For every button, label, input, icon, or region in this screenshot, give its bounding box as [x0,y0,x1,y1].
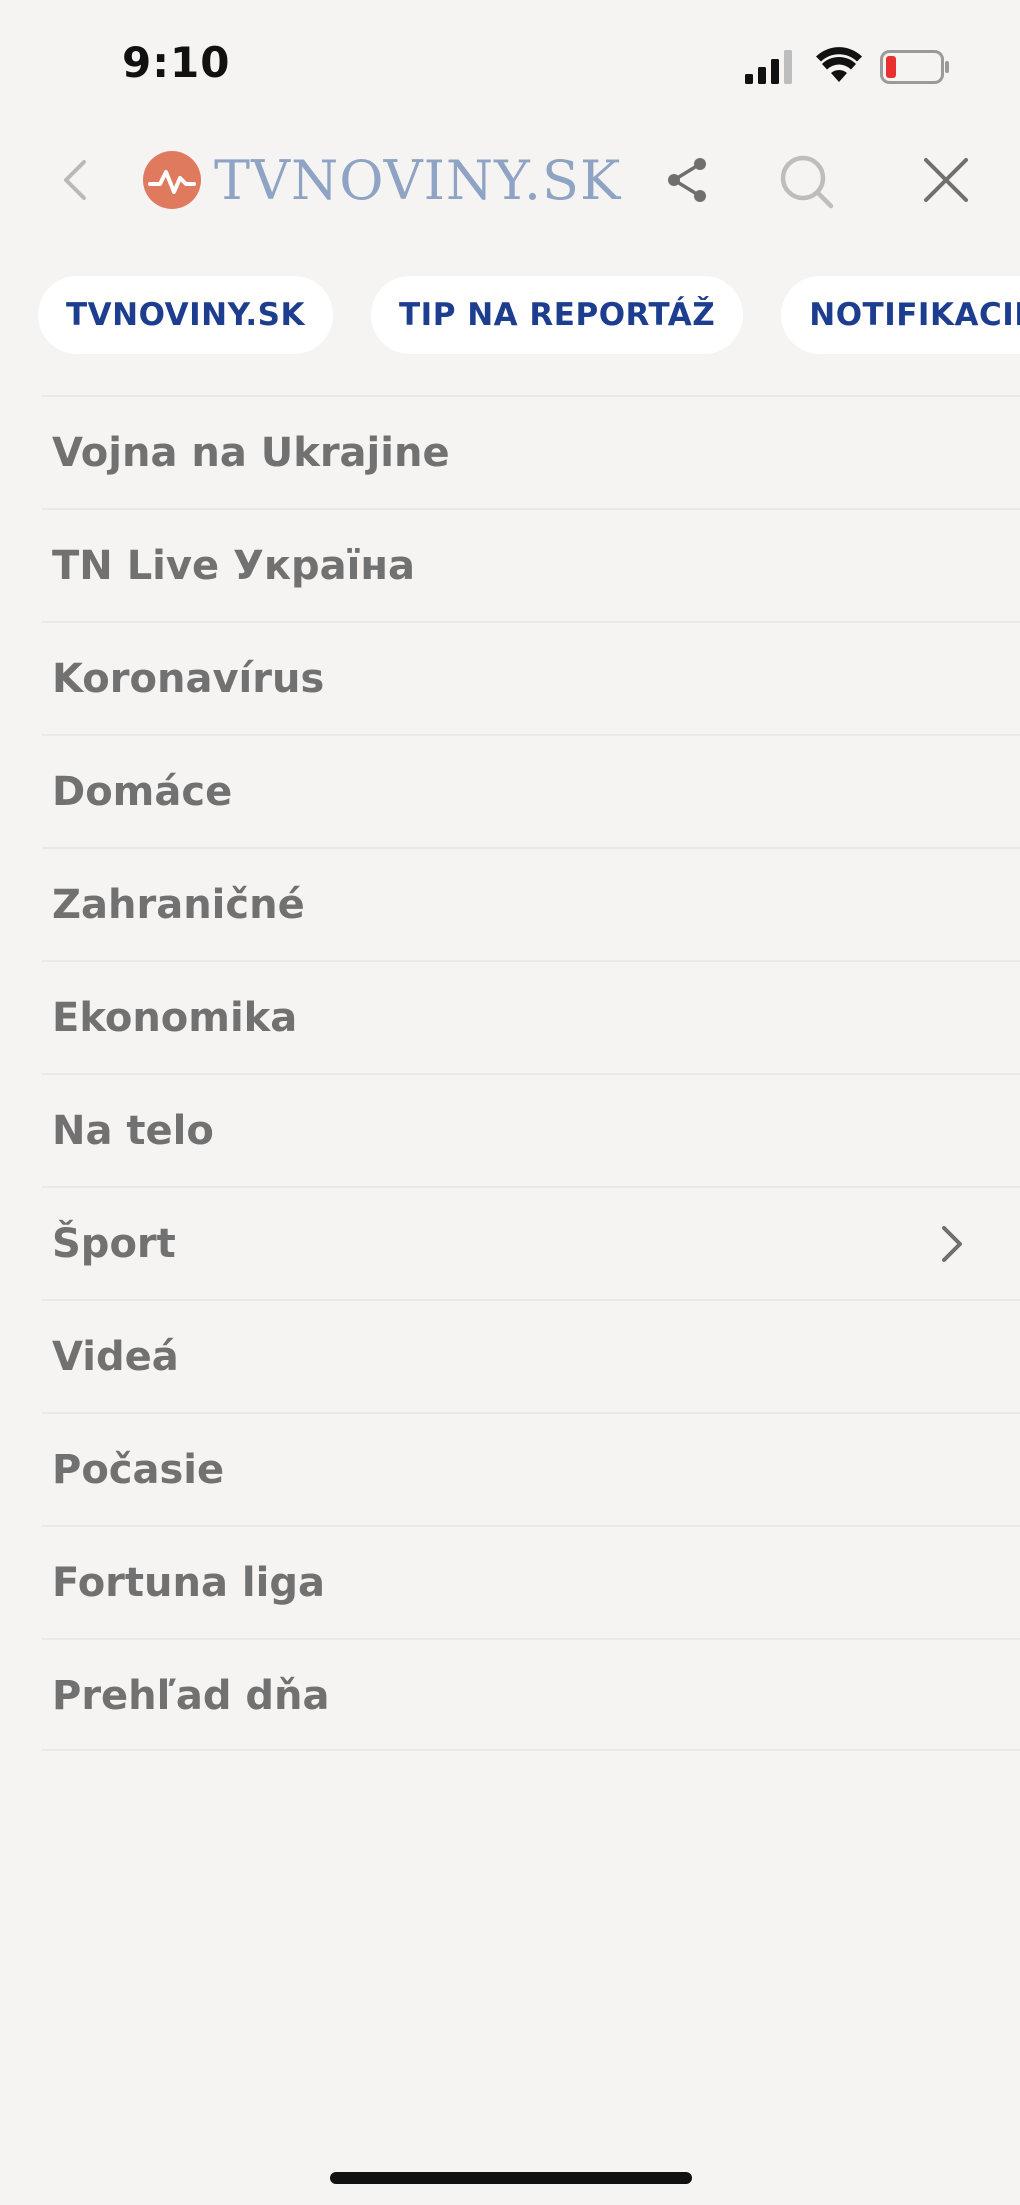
menu-item-koronavirus[interactable]: Koronavírus [42,621,1020,734]
menu-item-vojna-na-ukrajine[interactable]: Vojna na Ukrajine [42,395,1020,508]
status-bar: 9:10 [0,0,1020,130]
chip-notifikacie[interactable]: NOTIFIKACIE [781,276,1020,354]
battery-low-icon [880,50,949,84]
tvnoviny-logo[interactable]: TVNOVINY.SK [142,148,621,212]
menu-item-fortuna-liga[interactable]: Fortuna liga [42,1525,1020,1638]
menu-item-tn-live-ukraina[interactable]: TN Live Україна [42,508,1020,621]
menu-item-na-telo[interactable]: Na telo [42,1073,1020,1186]
menu-item-label: Domáce [52,769,233,815]
wifi-icon [816,47,862,82]
menu-item-videa[interactable]: Videá [42,1299,1020,1412]
menu-item-label: Vojna na Ukrajine [52,430,450,476]
share-icon[interactable] [660,152,716,208]
logo-text: TVNOVINY.SK [214,149,621,212]
home-indicator[interactable] [330,2172,692,2184]
logo-pulse-icon [143,151,201,209]
chevron-right-icon[interactable] [930,1222,974,1266]
app-screen: 9:10 TVNOVINY.SK TVNOVINY.SK TIP NA REPO… [0,0,1020,2205]
menu-item-prehlad-dna[interactable]: Prehľad dňa [42,1638,1020,1751]
search-icon[interactable] [775,150,837,212]
chip-tvnoviny[interactable]: TVNOVINY.SK [38,276,334,354]
cellular-signal-icon [745,50,792,84]
menu-item-label: Na telo [52,1108,214,1154]
logo-text-main: TVNOVINY [214,148,524,212]
menu-item-label: Počasie [52,1447,225,1493]
menu-item-label: Fortuna liga [52,1560,325,1606]
menu-item-label: Šport [52,1221,176,1267]
section-menu: Vojna na Ukrajine TN Live Україна Korona… [42,395,1020,1751]
menu-item-label: TN Live Україна [52,543,415,589]
menu-item-sport[interactable]: Šport [42,1186,1020,1299]
quick-links: TVNOVINY.SK TIP NA REPORTÁŽ NOTIFIKACIE [38,276,1020,356]
menu-item-label: Koronavírus [52,656,325,702]
app-header: TVNOVINY.SK [0,130,1020,230]
close-icon[interactable] [918,152,974,208]
status-time: 9:10 [122,38,231,87]
menu-item-domace[interactable]: Domáce [42,734,1020,847]
chevron-left-icon[interactable] [50,152,100,208]
logo-text-suffix: .SK [523,148,622,212]
menu-item-zahranicne[interactable]: Zahraničné [42,847,1020,960]
chip-tip-na-reportaz[interactable]: TIP NA REPORTÁŽ [371,276,744,354]
menu-item-label: Zahraničné [52,882,305,928]
menu-item-pocasie[interactable]: Počasie [42,1412,1020,1525]
menu-item-ekonomika[interactable]: Ekonomika [42,960,1020,1073]
menu-item-label: Prehľad dňa [52,1673,330,1719]
menu-item-label: Videá [52,1334,179,1380]
menu-item-label: Ekonomika [52,995,298,1041]
